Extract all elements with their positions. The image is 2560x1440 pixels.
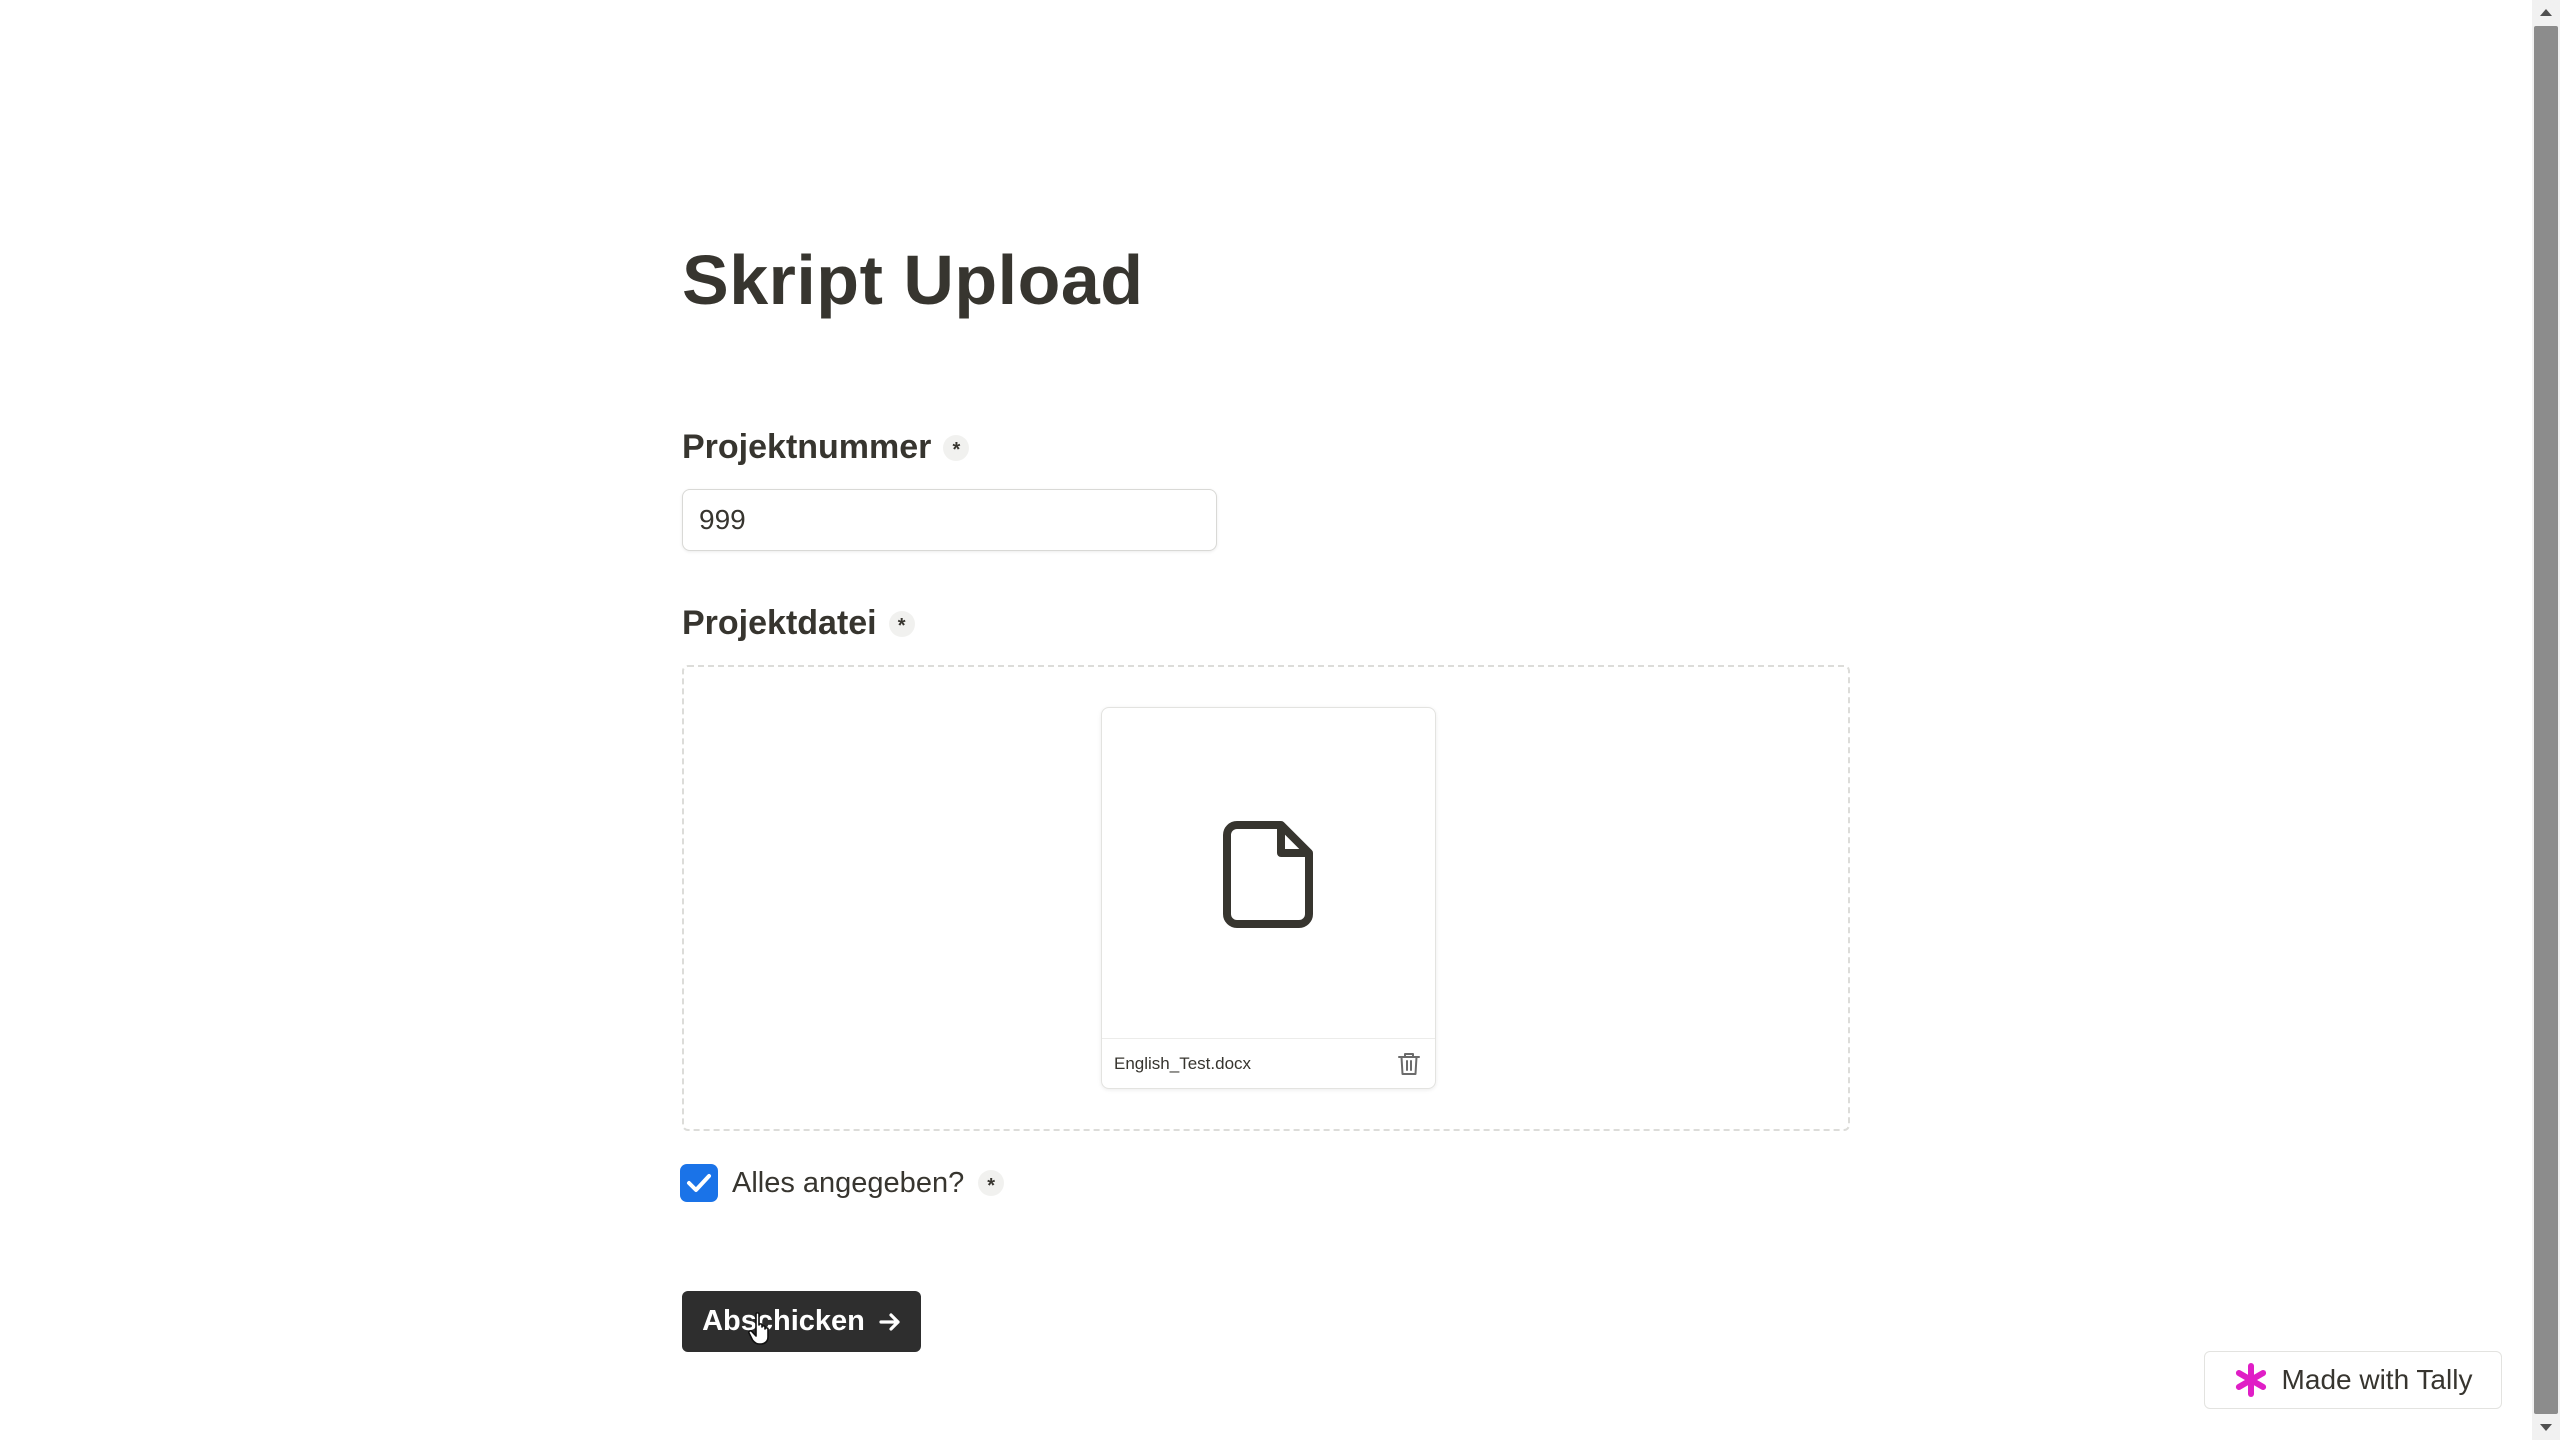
- project-number-label-row: Projektnummer *: [682, 428, 970, 467]
- page: Skript Upload Projektnummer * Projektdat…: [0, 0, 2560, 1440]
- scroll-up-arrow-icon[interactable]: [2532, 0, 2560, 24]
- submit-label: Abschicken: [702, 1305, 865, 1337]
- project-file-label-row: Projektdatei *: [682, 604, 915, 643]
- project-file-label: Projektdatei: [682, 604, 877, 642]
- submit-button[interactable]: Abschicken: [682, 1291, 921, 1352]
- document-icon: [1222, 821, 1313, 928]
- required-badge: *: [978, 1170, 1005, 1196]
- badge-label: Made with Tally: [2281, 1364, 2473, 1395]
- tally-asterisk-icon: [2235, 1363, 2266, 1397]
- scroll-thumb[interactable]: [2534, 26, 2558, 1414]
- project-number-input[interactable]: [682, 489, 1217, 551]
- project-number-label: Projektnummer: [682, 428, 932, 466]
- confirm-checkbox[interactable]: [680, 1164, 718, 1202]
- scroll-down-arrow-icon[interactable]: [2532, 1416, 2560, 1440]
- made-with-tally-badge[interactable]: Made with Tally: [2204, 1351, 2502, 1409]
- file-preview: [1102, 708, 1435, 1040]
- file-footer: English_Test.docx: [1102, 1038, 1435, 1088]
- confirm-label[interactable]: Alles angegeben?: [732, 1167, 964, 1200]
- file-dropzone[interactable]: English_Test.docx: [682, 665, 1850, 1131]
- vertical-scrollbar[interactable]: [2532, 0, 2560, 1440]
- checkmark-icon: [687, 1174, 711, 1192]
- trash-icon[interactable]: [1395, 1050, 1423, 1078]
- required-badge: *: [888, 610, 915, 637]
- confirm-row: Alles angegeben? *: [680, 1164, 1005, 1202]
- file-name: English_Test.docx: [1114, 1053, 1252, 1073]
- page-title: Skript Upload: [682, 241, 1144, 319]
- required-badge: *: [943, 434, 970, 461]
- uploaded-file-card[interactable]: English_Test.docx: [1101, 707, 1436, 1089]
- arrow-right-icon: [879, 1312, 900, 1331]
